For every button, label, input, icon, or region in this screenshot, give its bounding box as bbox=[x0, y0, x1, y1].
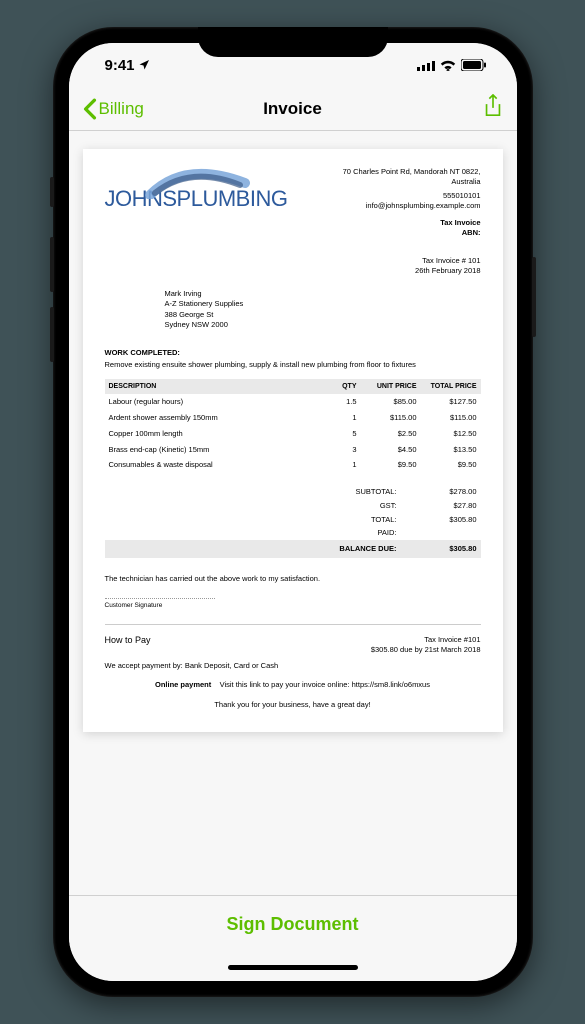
phone-frame: 9:41 Billing Invoice bbox=[53, 27, 533, 997]
company-phone: 555010101 bbox=[343, 191, 481, 201]
balance-due-label: BALANCE DUE: bbox=[307, 544, 397, 554]
thank-you-text: Thank you for your business, have a grea… bbox=[105, 700, 481, 710]
location-icon bbox=[138, 59, 150, 71]
invoice-number: Tax Invoice # 101 bbox=[105, 256, 481, 266]
signature-label: Customer Signature bbox=[105, 602, 481, 610]
table-row: Brass end-cap (Kinetic) 15mm3$4.50$13.50 bbox=[105, 442, 481, 458]
customer-city: Sydney NSW 2000 bbox=[165, 320, 481, 330]
online-payment-label: Online payment bbox=[155, 680, 211, 689]
home-indicator[interactable] bbox=[69, 953, 517, 981]
table-row: Copper 100mm length5$2.50$12.50 bbox=[105, 426, 481, 442]
satisfaction-text: The technician has carried out the above… bbox=[105, 574, 481, 584]
company-logo: JOHNSPLUMBING bbox=[105, 185, 312, 214]
document-viewport[interactable]: JOHNSPLUMBING 70 Charles Point Rd, Mando… bbox=[69, 131, 517, 895]
th-unit-price: UNIT PRICE bbox=[361, 379, 421, 394]
customer-street: 388 George St bbox=[165, 310, 481, 320]
payment-invoice-ref: Tax Invoice #101 bbox=[371, 635, 481, 645]
payment-methods: We accept payment by: Bank Deposit, Card… bbox=[105, 661, 481, 671]
invoice-date: 26th February 2018 bbox=[105, 266, 481, 276]
how-to-pay-title: How to Pay bbox=[105, 635, 151, 655]
company-address-2: Australia bbox=[343, 177, 481, 187]
table-row: Ardent shower assembly 150mm1$115.00$115… bbox=[105, 410, 481, 426]
phone-notch bbox=[198, 27, 388, 57]
online-payment-text: Visit this link to pay your invoice onli… bbox=[220, 680, 430, 689]
signature-line bbox=[105, 598, 215, 599]
payment-due: $305.80 due by 21st March 2018 bbox=[371, 645, 481, 655]
table-row: Consumables & waste disposal1$9.50$9.50 bbox=[105, 457, 481, 473]
line-items-table: DESCRIPTION QTY UNIT PRICE TOTAL PRICE L… bbox=[105, 379, 481, 473]
status-time: 9:41 bbox=[105, 57, 135, 74]
phone-screen: 9:41 Billing Invoice bbox=[69, 43, 517, 981]
th-qty: QTY bbox=[321, 379, 361, 394]
balance-due-value: $305.80 bbox=[417, 544, 477, 554]
work-completed-label: WORK COMPLETED: bbox=[105, 348, 481, 358]
signal-icon bbox=[417, 60, 435, 71]
share-button[interactable] bbox=[483, 94, 503, 123]
customer-company: A-Z Stationery Supplies bbox=[165, 299, 481, 309]
sign-document-label: Sign Document bbox=[226, 914, 358, 935]
table-row: Labour (regular hours)1.5$85.00$127.50 bbox=[105, 394, 481, 410]
th-total-price: TOTAL PRICE bbox=[421, 379, 481, 394]
sign-document-button[interactable]: Sign Document bbox=[69, 895, 517, 953]
share-icon bbox=[483, 94, 503, 118]
tax-invoice-label: Tax Invoice bbox=[343, 218, 481, 228]
abn-label: ABN: bbox=[343, 228, 481, 238]
totals-block: SUBTOTAL:$278.00 GST:$27.80 TOTAL:$305.8… bbox=[105, 485, 481, 558]
invoice-document: JOHNSPLUMBING 70 Charles Point Rd, Mando… bbox=[83, 149, 503, 732]
back-button[interactable]: Billing bbox=[83, 98, 144, 120]
navigation-bar: Billing Invoice bbox=[69, 87, 517, 131]
company-address-1: 70 Charles Point Rd, Mandorah NT 0822, bbox=[343, 167, 481, 177]
th-description: DESCRIPTION bbox=[105, 379, 321, 394]
chevron-left-icon bbox=[83, 98, 97, 120]
battery-icon bbox=[461, 59, 487, 71]
company-email: info@johnsplumbing.example.com bbox=[343, 201, 481, 211]
work-description: Remove existing ensuite shower plumbing,… bbox=[105, 360, 481, 370]
back-label: Billing bbox=[99, 99, 144, 119]
page-title: Invoice bbox=[263, 99, 322, 119]
customer-name: Mark Irving bbox=[165, 289, 481, 299]
wifi-icon bbox=[440, 59, 456, 71]
